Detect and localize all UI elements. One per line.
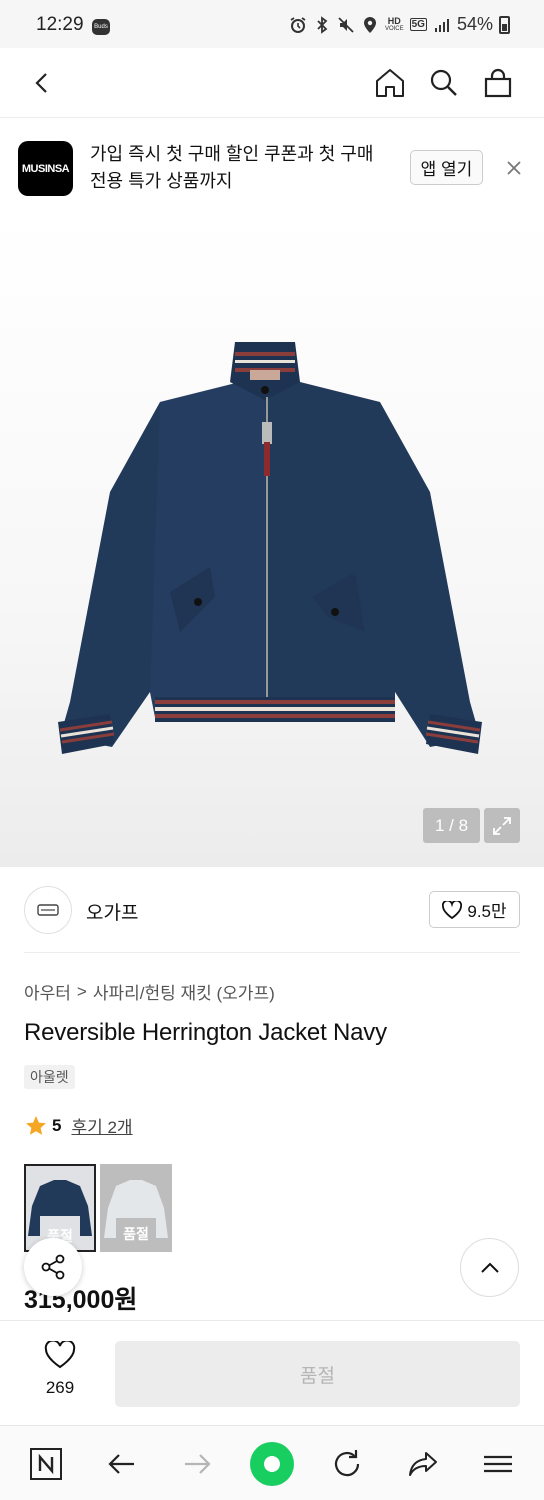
home-icon <box>376 69 404 97</box>
location-icon <box>363 16 376 33</box>
outlet-tag: 아울렛 <box>24 1065 75 1089</box>
purchase-bar: 269 품절 <box>0 1320 544 1425</box>
heart-icon <box>44 1339 76 1369</box>
product-image-gallery[interactable]: 1 / 8 <box>0 214 544 867</box>
brand-logo-mark <box>37 904 59 916</box>
search-icon <box>430 69 457 96</box>
alarm-icon <box>290 16 306 33</box>
top-nav <box>0 48 544 118</box>
share-arrow-icon <box>409 1452 437 1476</box>
breadcrumb-subcategory[interactable]: 사파리/헌팅 재킷 (오가프) <box>93 979 275 1004</box>
bluetooth-icon <box>317 15 328 34</box>
cart-button[interactable] <box>478 63 518 103</box>
expand-icon <box>493 816 511 835</box>
chevron-up-icon <box>480 1262 499 1273</box>
browser-back-button[interactable] <box>102 1444 142 1484</box>
menu-button[interactable] <box>478 1444 518 1484</box>
image-counter: 1 / 8 <box>423 808 480 843</box>
breadcrumb-separator: > <box>76 981 87 1001</box>
arrow-left-icon <box>108 1454 134 1474</box>
signal-icon <box>434 18 449 32</box>
network-indicator: 5G <box>409 18 427 31</box>
brand-row: 오가프 9.5만 <box>24 867 520 953</box>
musinsa-logo: MUSINSA <box>18 141 73 196</box>
arrow-right-icon <box>185 1454 211 1474</box>
battery-icon <box>499 15 510 34</box>
brand-like-count: 9.5만 <box>467 902 507 921</box>
refresh-button[interactable] <box>327 1444 367 1484</box>
browser-forward-button[interactable] <box>177 1444 217 1484</box>
expand-image-button[interactable] <box>484 808 520 843</box>
hd-voice-indicator: HD VOICE <box>384 16 404 33</box>
breadcrumb: 아우터 > 사파리/헌팅 재킷 (오가프) <box>24 979 275 1004</box>
shopping-bag-icon <box>484 68 512 98</box>
buy-button[interactable]: 품절 <box>115 1341 520 1407</box>
scroll-to-top-button[interactable] <box>460 1238 519 1297</box>
wish-count: 269 <box>45 1378 75 1397</box>
banner-message: 가입 즉시 첫 구매 할인 쿠폰과 첫 구매 전용 특가 상품까지 <box>90 144 374 191</box>
browser-share-button[interactable] <box>403 1444 443 1484</box>
wish-button[interactable]: 269 <box>24 1339 96 1398</box>
rating-score: 5 <box>52 1115 62 1135</box>
open-app-button[interactable]: 앱 열기 <box>410 150 483 185</box>
brand-like-button[interactable]: 9.5만 <box>429 891 520 928</box>
naver-home-button[interactable] <box>26 1444 66 1484</box>
brand-name[interactable]: 오가프 <box>86 898 138 925</box>
variant-gray[interactable]: 품절 <box>100 1164 172 1252</box>
brand-logo[interactable] <box>24 886 72 934</box>
star-icon <box>26 1115 46 1135</box>
home-button[interactable] <box>370 63 410 103</box>
breadcrumb-category[interactable]: 아우터 <box>24 979 71 1004</box>
buds-badge: Buds <box>92 19 110 35</box>
browser-toolbar <box>0 1425 544 1500</box>
back-button[interactable] <box>22 63 62 103</box>
banner-close-button[interactable] <box>500 154 528 182</box>
share-icon <box>41 1254 65 1280</box>
share-button[interactable] <box>24 1238 82 1296</box>
search-button[interactable] <box>424 63 464 103</box>
variant-soldout-label: 품절 <box>123 1226 149 1242</box>
refresh-icon <box>334 1450 360 1477</box>
battery-percent: 54% <box>456 14 493 34</box>
hamburger-menu-icon <box>484 1455 512 1473</box>
green-dot-icon <box>250 1442 294 1486</box>
status-time: 12:29 <box>36 14 84 35</box>
heart-icon <box>442 900 463 919</box>
browser-green-button[interactable] <box>248 1440 296 1488</box>
rating-row: 5 후기 2개 <box>24 1113 133 1138</box>
app-install-banner: MUSINSA 가입 즉시 첫 구매 할인 쿠폰과 첫 구매 전용 특가 상품까… <box>0 119 544 214</box>
product-title: Reversible Herrington Jacket Navy <box>24 1019 387 1046</box>
review-link[interactable]: 후기 2개 <box>71 1113 132 1138</box>
chevron-left-icon <box>35 73 47 93</box>
status-icons: HD VOICE 5G 54% <box>289 14 510 35</box>
close-icon <box>507 161 521 175</box>
product-image <box>58 342 482 754</box>
mute-icon <box>338 16 354 33</box>
naver-icon <box>30 1448 62 1480</box>
status-bar: 12:29 Buds HD VOICE 5G 54% <box>0 0 544 48</box>
